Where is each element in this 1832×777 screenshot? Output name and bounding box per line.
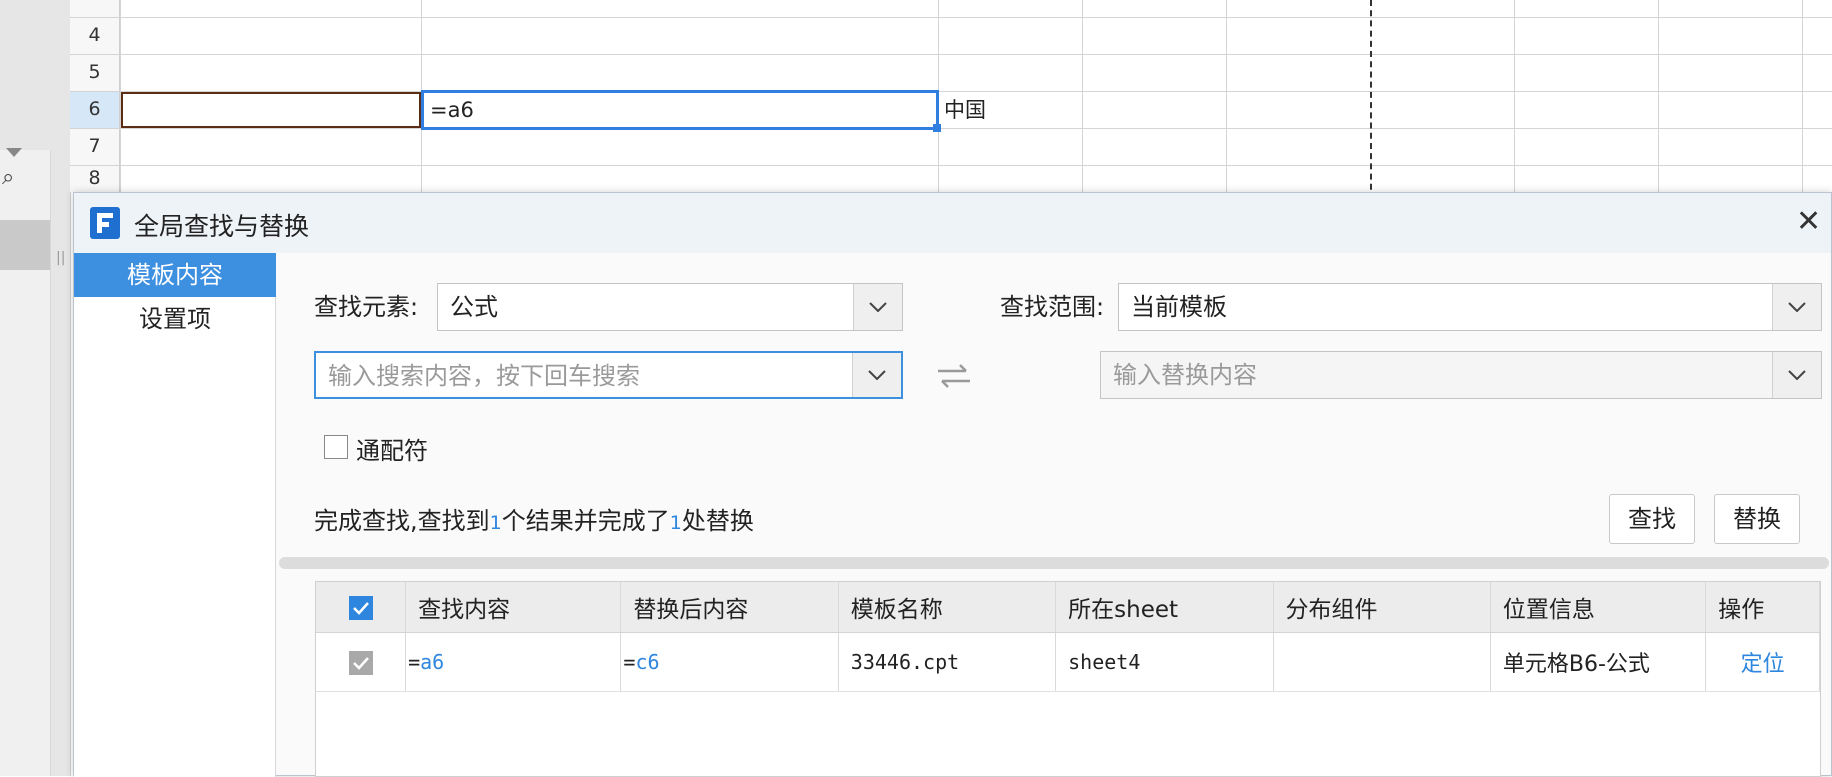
column-header-position: 位置信息 (1490, 582, 1707, 633)
status-found-count: 1 (489, 512, 502, 534)
find-prefix: = (408, 650, 421, 674)
find-ref: a6 (420, 650, 445, 674)
column-header-component: 分布组件 (1273, 582, 1491, 633)
nav-item-settings[interactable]: 设置项 (74, 297, 276, 341)
close-icon[interactable]: ✕ (1796, 205, 1821, 239)
resize-handle[interactable]: || (56, 250, 65, 266)
dialog-nav: 模板内容 设置项 (74, 253, 276, 777)
find-scope-select[interactable]: 当前模板 (1118, 283, 1822, 331)
column-header-sheet: 所在sheet (1055, 582, 1274, 633)
column-header-find-content: 查找内容 (405, 582, 622, 633)
row-header-7[interactable]: 7 (70, 128, 120, 165)
cell-replaced-content: =c6 (620, 632, 839, 692)
cell-b6[interactable]: =a6 (421, 90, 939, 130)
results-table: 查找内容 替换后内容 模板名称 所在sheet 分布组件 位置信息 操作 =a6… (316, 582, 1820, 692)
table-header-row: 查找内容 替换后内容 模板名称 所在sheet 分布组件 位置信息 操作 (316, 582, 1820, 633)
cell-template-name: 33446.cpt (838, 632, 1057, 692)
find-element-select[interactable]: 公式 (437, 283, 903, 331)
cell-position: 单元格B6-公式 (1490, 632, 1707, 692)
find-element-label: 查找元素: (314, 293, 419, 321)
select-all-checkbox[interactable] (348, 595, 373, 620)
chevron-down-icon[interactable] (853, 284, 902, 330)
row-header-5[interactable]: 5 (70, 54, 120, 91)
find-element-value: 公式 (450, 293, 498, 321)
replace-placeholder: 输入替换内容 (1113, 361, 1257, 389)
left-side-panel-item (0, 220, 50, 270)
status-middle: 个结果并完成了 (501, 507, 670, 535)
cell-c6[interactable]: 中国 (944, 92, 986, 128)
replace-ref: c6 (635, 650, 660, 674)
search-input[interactable]: 输入搜索内容，按下回车搜索 (314, 351, 903, 399)
find-button[interactable]: 查找 (1609, 494, 1695, 544)
wildcard-label: 通配符 (356, 437, 428, 465)
search-placeholder: 输入搜索内容，按下回车搜索 (328, 362, 640, 390)
dialog-title: 全局查找与替换 (134, 212, 310, 241)
locate-link[interactable]: 定位 (1705, 632, 1820, 692)
nav-item-template-content[interactable]: 模板内容 (74, 253, 276, 297)
status-suffix: 处替换 (681, 507, 754, 535)
fill-handle[interactable] (933, 124, 941, 132)
row-header-8[interactable]: 8 (70, 165, 120, 192)
row-checkbox[interactable] (348, 650, 373, 675)
status-replaced-count: 1 (669, 512, 682, 534)
replace-input[interactable]: 输入替换内容 (1100, 351, 1822, 399)
swap-icon[interactable] (936, 361, 972, 395)
app-logo-icon (90, 207, 120, 239)
section-divider (279, 557, 1829, 569)
table-row: =a6 =c6 33446.cpt sheet4 单元格B6-公式 定位 (316, 632, 1820, 692)
row-header-6[interactable]: 6 (70, 91, 120, 128)
find-scope-value: 当前模板 (1131, 293, 1227, 321)
dialog-titlebar: 全局查找与替换 ✕ (74, 193, 1831, 253)
row-header-3[interactable] (70, 0, 120, 17)
row-select-cell[interactable] (316, 632, 407, 692)
select-all-cell[interactable] (316, 582, 407, 633)
chevron-down-icon[interactable] (852, 353, 901, 397)
cell-a6[interactable] (121, 92, 421, 128)
replace-button[interactable]: 替换 (1714, 494, 1800, 544)
find-replace-dialog: 全局查找与替换 ✕ 模板内容 设置项 查找元素: 公式 查找范围: 当前模板 输… (73, 192, 1832, 777)
row-header-4[interactable]: 4 (70, 17, 120, 54)
column-header-action: 操作 (1705, 582, 1820, 633)
chevron-down-icon (6, 148, 22, 157)
search-icon: ⌕ (2, 165, 15, 190)
cell-sheet: sheet4 (1055, 632, 1274, 692)
column-header-replaced-content: 替换后内容 (620, 582, 839, 633)
status-text: 完成查找,查找到1个结果并完成了1处替换 (314, 501, 754, 536)
status-prefix: 完成查找,查找到 (314, 507, 490, 535)
cell-component (1273, 632, 1491, 692)
find-scope-label: 查找范围: (1000, 293, 1105, 321)
replace-prefix: = (623, 650, 636, 674)
chevron-down-icon[interactable] (1772, 284, 1821, 330)
cell-find-content: =a6 (405, 632, 622, 692)
chevron-down-icon[interactable] (1772, 352, 1821, 398)
column-header-template-name: 模板名称 (838, 582, 1057, 633)
wildcard-checkbox[interactable] (324, 435, 348, 459)
